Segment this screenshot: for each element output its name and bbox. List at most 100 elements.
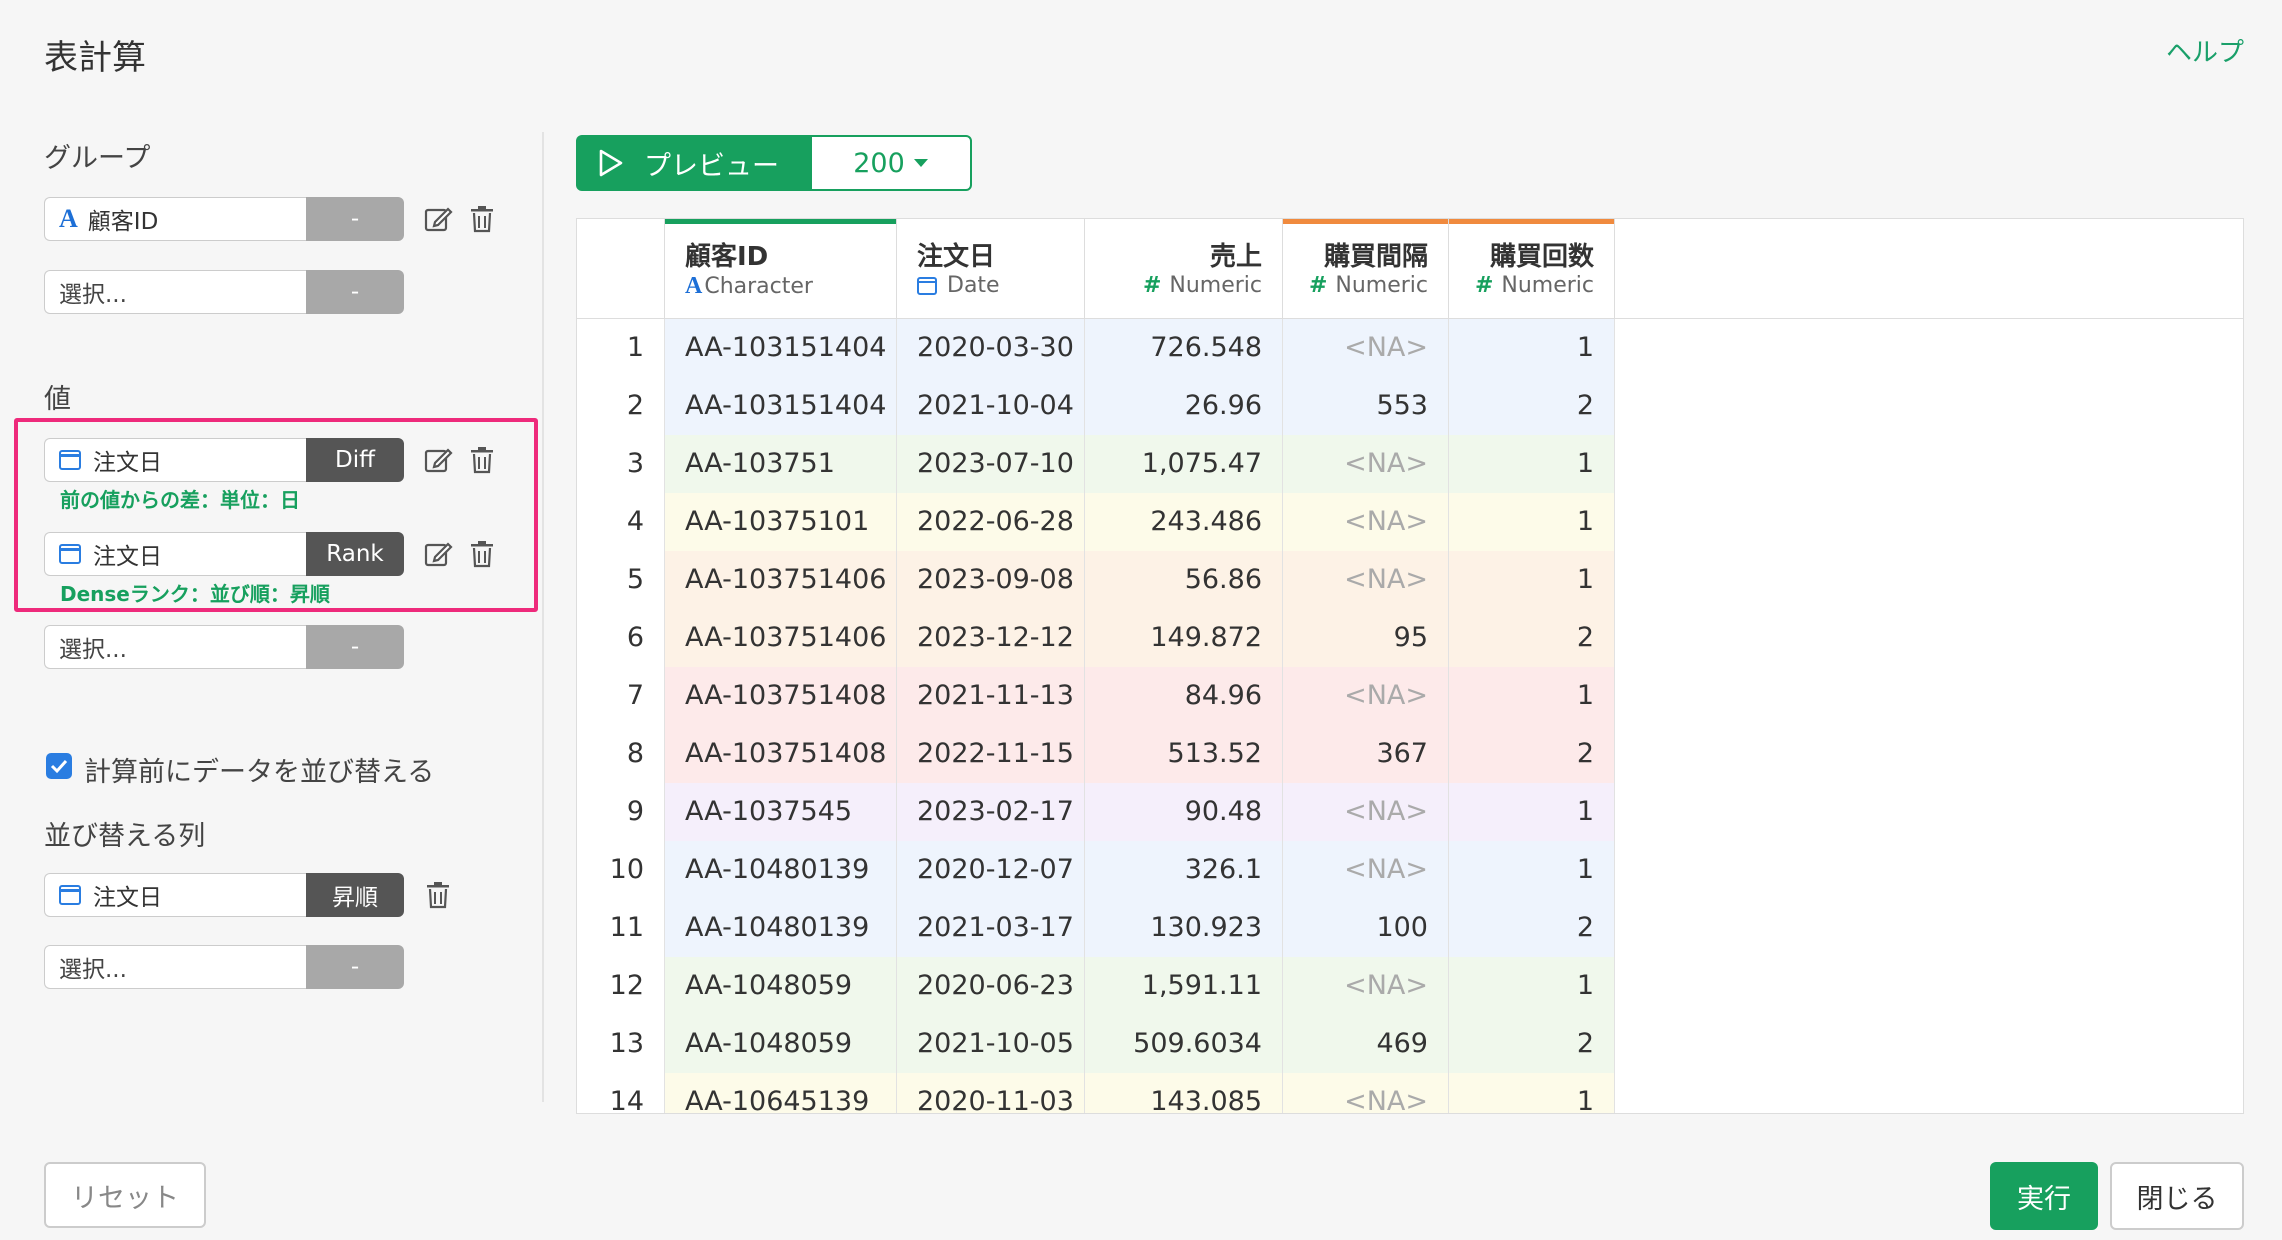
table-header: 顧客ID A Character 注文日 Date 売上 # Numeric 購買間隔 # Nume… [577, 219, 2243, 319]
group-field-2-select[interactable]: 選択... [44, 270, 306, 314]
header-cell-3[interactable]: 売上 # Numeric [1085, 219, 1283, 319]
column-name: 購買回数 [1489, 242, 1594, 272]
column-name: 注文日 [917, 242, 996, 272]
table-cell: AA-103751406 [665, 551, 897, 609]
group-field-1-box[interactable]: A 顧客ID [44, 197, 306, 241]
table-cell: 726.548 [1085, 319, 1283, 377]
row-index-cell: 9 [577, 783, 665, 841]
value-field-2-box[interactable]: 注文日 [44, 532, 306, 576]
table-cell: 2 [1449, 725, 1615, 783]
table-cell: 2023-09-08 [897, 551, 1085, 609]
table-cell: 130.923 [1085, 899, 1283, 957]
reset-button[interactable]: リセット [44, 1162, 206, 1228]
sort-columns-label: 並び替える列 [44, 821, 206, 852]
table-cell: 1 [1449, 1073, 1615, 1113]
calendar-icon [59, 885, 81, 905]
table-cell: <NA> [1283, 957, 1449, 1015]
table-row: 1 AA-103151404 2020-03-30 726.548 <NA> 1 [577, 319, 1615, 377]
preview-button[interactable]: プレビュー [576, 135, 810, 191]
diff-note: 前の値からの差：単位：日 [60, 488, 300, 512]
header-cell-1[interactable]: 顧客ID A Character [665, 219, 897, 319]
sort-field-2[interactable]: 選択... - [44, 945, 404, 989]
ascending-button[interactable]: 昇順 [306, 873, 404, 917]
column-accent-bar [1449, 219, 1614, 224]
row-index-cell: 14 [577, 1073, 665, 1113]
table-cell: <NA> [1283, 493, 1449, 551]
play-icon [599, 149, 623, 177]
group-field-2[interactable]: 選択... - [44, 270, 404, 314]
column-type: A Character [685, 273, 813, 300]
table-cell: <NA> [1283, 435, 1449, 493]
close-button[interactable]: 閉じる [2110, 1162, 2244, 1230]
sort-field-1[interactable]: 注文日 昇順 [44, 873, 404, 917]
table-cell: 2020-11-03 [897, 1073, 1085, 1113]
column-type-label: Numeric [1501, 273, 1594, 298]
trash-icon[interactable] [422, 879, 454, 911]
table-cell: 1,591.11 [1085, 957, 1283, 1015]
table-cell: 2021-10-04 [897, 377, 1085, 435]
table-cell: 100 [1283, 899, 1449, 957]
group-field-1[interactable]: A 顧客ID - [44, 197, 404, 241]
table-cell: 509.6034 [1085, 1015, 1283, 1073]
numeric-type-icon: # [1142, 273, 1162, 298]
run-button[interactable]: 実行 [1990, 1162, 2098, 1230]
value-field-3-option-button[interactable]: - [306, 625, 404, 669]
sort-checkbox-label[interactable]: 計算前にデータを並び替える [84, 750, 434, 789]
sort-field-1-box[interactable]: 注文日 [44, 873, 306, 917]
preview-table: 顧客ID A Character 注文日 Date 売上 # Numeric 購買間隔 # Nume… [576, 218, 2244, 1114]
column-accent-bar [665, 219, 896, 224]
table-cell: AA-103151404 [665, 377, 897, 435]
sort-field-2-select[interactable]: 選択... [44, 945, 306, 989]
table-cell: AA-103751408 [665, 667, 897, 725]
table-cell: 243.486 [1085, 493, 1283, 551]
value-field-3[interactable]: 選択... - [44, 625, 404, 669]
header-cell-index [577, 219, 665, 319]
header-cell-4[interactable]: 購買間隔 # Numeric [1283, 219, 1449, 319]
table-row: 13 AA-1048059 2021-10-05 509.6034 469 2 [577, 1015, 1615, 1073]
row-index-cell: 11 [577, 899, 665, 957]
row-index-cell: 12 [577, 957, 665, 1015]
group-field-1-option-button[interactable]: - [306, 197, 404, 241]
trash-icon[interactable] [466, 444, 498, 476]
value-field-3-select[interactable]: 選択... [44, 625, 306, 669]
character-type-icon: A [59, 204, 78, 233]
sort-field-2-option-button[interactable]: - [306, 945, 404, 989]
column-name: 売上 [1209, 242, 1262, 272]
table-cell: 2022-06-28 [897, 493, 1085, 551]
table-cell: 1 [1449, 667, 1615, 725]
table-cell: AA-10480139 [665, 841, 897, 899]
table-cell: 1 [1449, 493, 1615, 551]
value-field-1-box[interactable]: 注文日 [44, 438, 306, 482]
caret-down-icon [913, 159, 928, 167]
table-cell: AA-10375101 [665, 493, 897, 551]
column-type-label: Date [947, 273, 1000, 298]
table-cell: 2 [1449, 609, 1615, 667]
diff-button[interactable]: Diff [306, 438, 404, 482]
header-cell-2[interactable]: 注文日 Date [897, 219, 1085, 319]
table-cell: 553 [1283, 377, 1449, 435]
value-field-1[interactable]: 注文日 Diff [44, 438, 404, 482]
rank-button[interactable]: Rank [306, 532, 404, 576]
table-cell: 2021-10-05 [897, 1015, 1085, 1073]
table-cell: AA-1048059 [665, 1015, 897, 1073]
table-cell: 2023-07-10 [897, 435, 1085, 493]
table-cell: AA-103751406 [665, 609, 897, 667]
column-name: 購買間隔 [1323, 242, 1428, 272]
table-row: 3 AA-103751 2023-07-10 1,075.47 <NA> 1 [577, 435, 1615, 493]
value-field-2[interactable]: 注文日 Rank [44, 532, 404, 576]
header-cell-5[interactable]: 購買回数 # Numeric [1449, 219, 1615, 319]
sort-before-calc-checkbox[interactable] [46, 753, 72, 779]
row-count-dropdown[interactable]: 200 [810, 135, 972, 191]
table-cell: 2020-12-07 [897, 841, 1085, 899]
table-row: 14 AA-10645139 2020-11-03 143.085 <NA> 1 [577, 1073, 1615, 1113]
group-field-2-option-button[interactable]: - [306, 270, 404, 314]
trash-icon[interactable] [466, 203, 498, 235]
edit-icon[interactable] [422, 203, 454, 235]
table-cell: 2020-06-23 [897, 957, 1085, 1015]
edit-icon[interactable] [422, 538, 454, 570]
table-cell: AA-1037545 [665, 783, 897, 841]
trash-icon[interactable] [466, 538, 498, 570]
help-link[interactable]: ヘルプ [2166, 32, 2244, 69]
row-index-cell: 8 [577, 725, 665, 783]
edit-icon[interactable] [422, 444, 454, 476]
